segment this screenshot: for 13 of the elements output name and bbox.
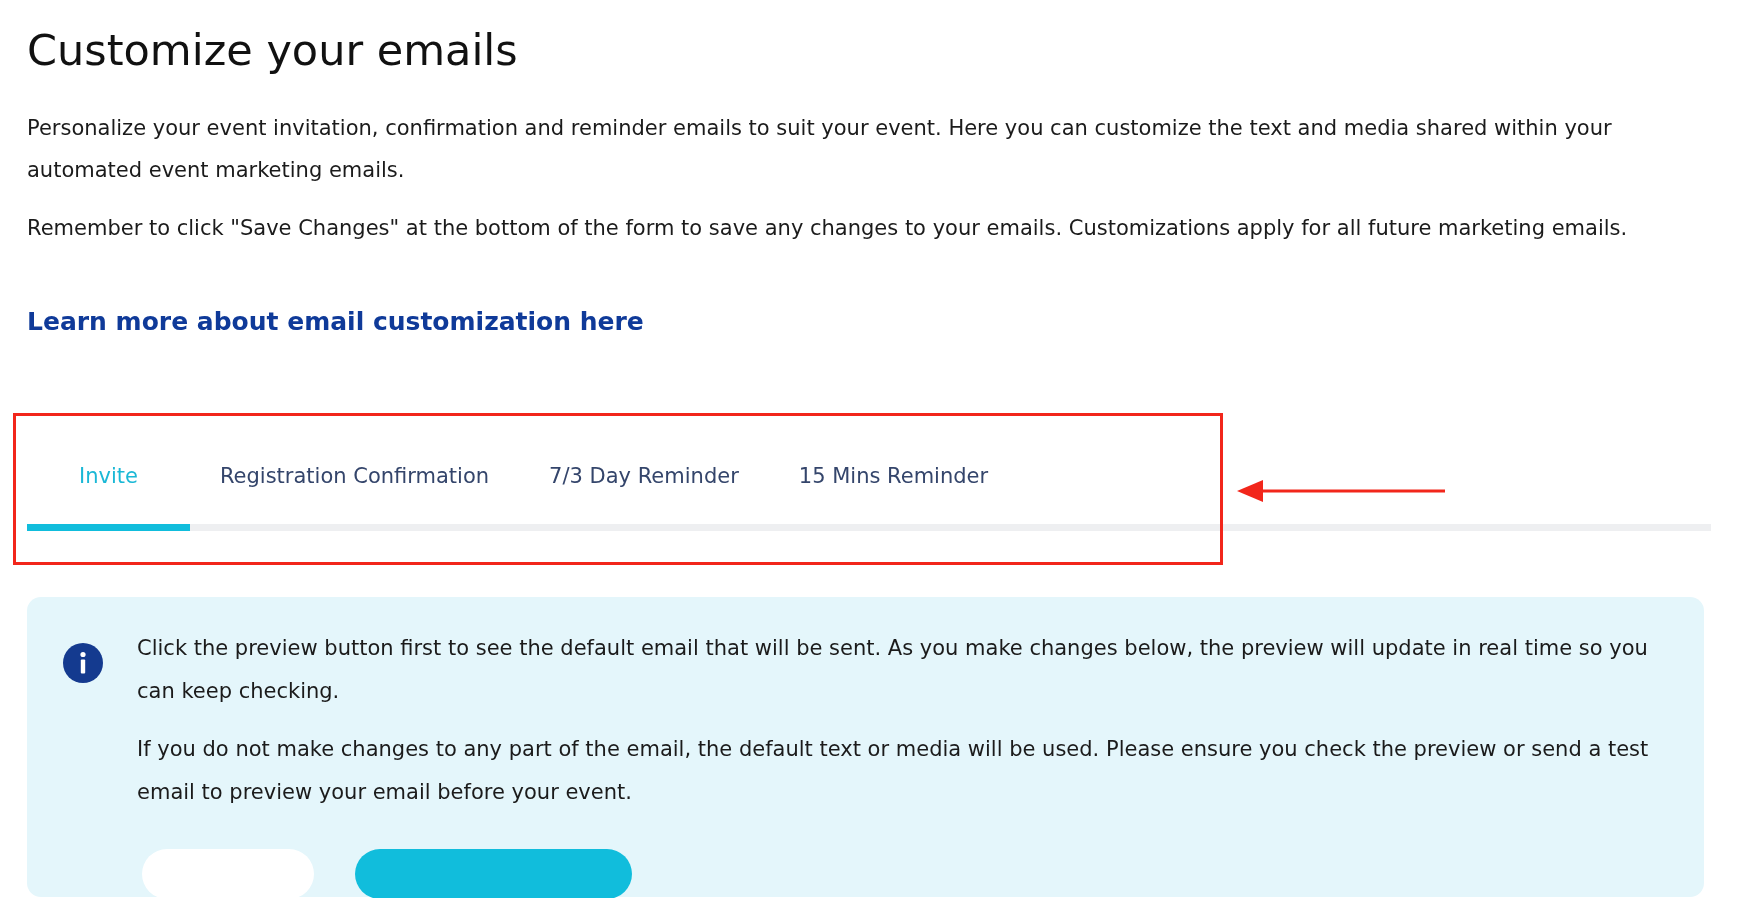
tab[interactable]: 15 Mins Reminder: [768, 461, 1019, 531]
page-title: Customize your emails: [27, 24, 519, 77]
tab[interactable]: 7/3 Day Reminder: [519, 461, 769, 531]
primary-button[interactable]: [355, 849, 632, 898]
intro-paragraph: Personalize your event invitation, confirmation and reminder emails to suit your event. Here you can customize the text and media shared within your automated event marketing emails.: [27, 115, 1613, 184]
help-link[interactable]: Learn more about email customization here: [27, 302, 644, 342]
info-text: If you do not make changes to any part of the email, the default text or media will be used. Please ensure you check the preview or send a test email to preview your email before your event.: [137, 736, 1650, 806]
arrow-icon: [1237, 478, 1447, 504]
intro-paragraph: Remember to click "Save Changes" at the bottom of the form to save any changes to your emails. Customizations apply for all future marketing emails.: [27, 215, 1629, 242]
info-text: Click the preview button first to see the default email that will be sent. As you make changes below, the preview will update in real time so you can keep checking.: [137, 635, 1649, 705]
secondary-button[interactable]: [142, 849, 314, 898]
info-icon: [63, 643, 103, 683]
tab[interactable]: Registration Confirmation: [189, 461, 520, 531]
